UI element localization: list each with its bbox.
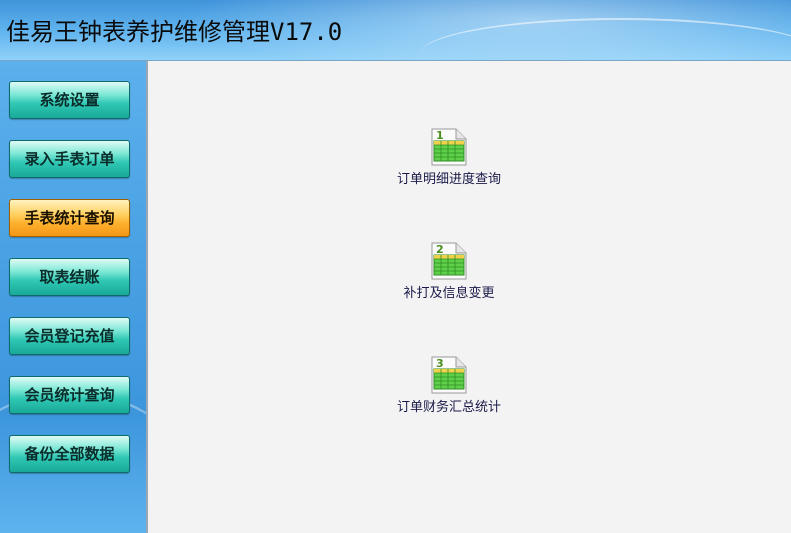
order-detail-progress-query-button[interactable]: 1 订单明细进度查询 — [369, 127, 529, 187]
numbered-spreadsheet-icon: 2 — [430, 241, 468, 281]
app-title: 佳易王钟表养护维修管理V17.0 — [6, 18, 343, 46]
function-number: 1 — [436, 129, 444, 142]
numbered-spreadsheet-icon: 3 — [430, 355, 468, 395]
sidebar-item-member-statistics-query[interactable]: 会员统计查询 — [9, 376, 130, 414]
sidebar-item-enter-watch-order[interactable]: 录入手表订单 — [9, 140, 130, 178]
title-bar: 佳易王钟表养护维修管理V17.0 — [0, 0, 791, 60]
sidebar-item-pickup-checkout[interactable]: 取表结账 — [9, 258, 130, 296]
sidebar-item-member-registration-topup[interactable]: 会员登记充值 — [9, 317, 130, 355]
main-content: 1 订单明细进度查询 2 补打及信息变更 3 订单财务汇总统计 — [148, 61, 791, 533]
function-label: 补打及信息变更 — [403, 286, 495, 301]
sidebar-item-watch-statistics-query[interactable]: 手表统计查询 — [9, 199, 130, 237]
numbered-spreadsheet-icon: 1 — [430, 127, 468, 167]
function-number: 2 — [436, 243, 444, 256]
sidebar-item-system-settings[interactable]: 系统设置 — [9, 81, 130, 119]
function-label: 订单明细进度查询 — [396, 172, 501, 187]
function-label: 订单财务汇总统计 — [396, 400, 501, 415]
reprint-info-change-button[interactable]: 2 补打及信息变更 — [369, 241, 529, 301]
sidebar-item-backup-all-data[interactable]: 备份全部数据 — [9, 435, 130, 473]
function-number: 3 — [436, 357, 444, 370]
order-financial-summary-button[interactable]: 3 订单财务汇总统计 — [369, 355, 529, 415]
